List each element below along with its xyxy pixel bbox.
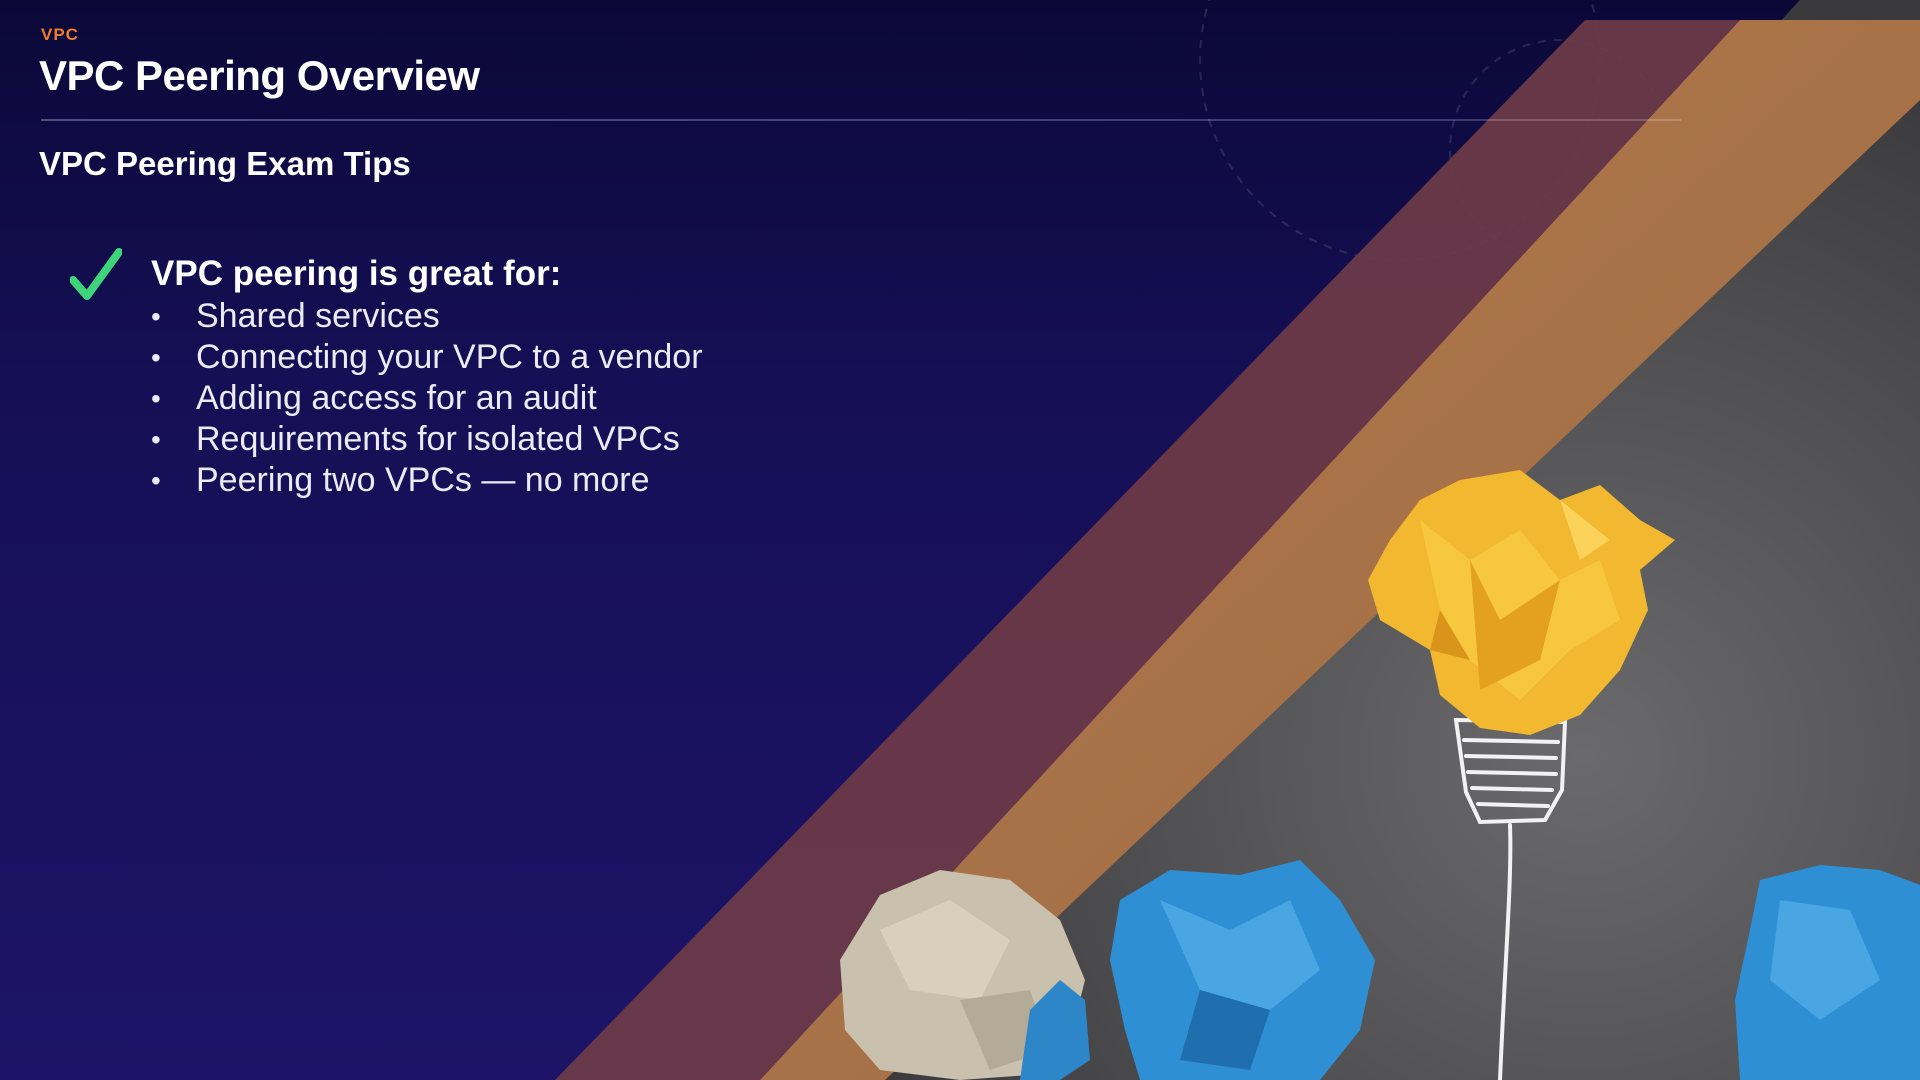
list-item: • Requirements for isolated VPCs (151, 419, 871, 460)
bullet-icon: • (151, 424, 161, 455)
list-item-text: Adding access for an audit (196, 379, 597, 417)
title-divider (41, 119, 1681, 121)
bullet-icon: • (151, 301, 161, 332)
list-item: • Adding access for an audit (151, 378, 871, 419)
bullet-icon: • (151, 383, 161, 414)
list-item: • Shared services (151, 296, 871, 337)
blue-paper-ball-right (1735, 865, 1920, 1080)
section-subtitle: VPC Peering Exam Tips (39, 145, 411, 182)
bullet-icon: • (151, 465, 161, 496)
slide: VPC VPC Peering Overview VPC Peering Exa… (0, 0, 1920, 1080)
tips-heading: VPC peering is great for: (151, 254, 562, 293)
page-title: VPC Peering Overview (39, 52, 480, 99)
list-item-text: Requirements for isolated VPCs (196, 420, 680, 458)
list-item: • Peering two VPCs — no more (151, 460, 871, 501)
tips-list: • Shared services • Connecting your VPC … (151, 296, 871, 501)
list-item-text: Connecting your VPC to a vendor (196, 338, 703, 376)
check-icon (70, 248, 122, 300)
list-item: • Connecting your VPC to a vendor (151, 337, 871, 378)
list-item-text: Shared services (196, 297, 440, 335)
list-item-text: Peering two VPCs — no more (196, 461, 650, 499)
section-eyebrow: VPC (41, 25, 79, 44)
bullet-icon: • (151, 342, 161, 373)
